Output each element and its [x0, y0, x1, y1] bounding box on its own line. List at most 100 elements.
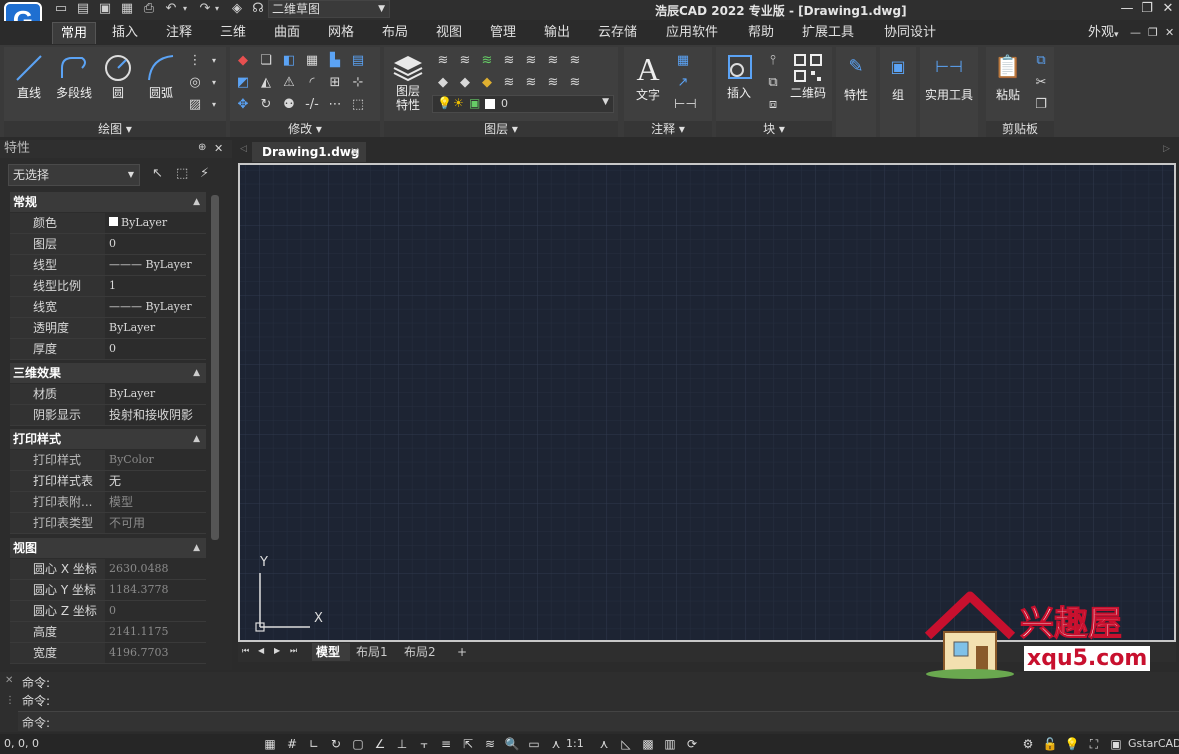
prop-row-color[interactable]: 颜色 ByLayer — [10, 213, 206, 234]
tab-extensions[interactable]: 扩展工具 — [796, 22, 860, 44]
undo-icon[interactable]: ↶ — [162, 1, 180, 17]
redo-dropdown-icon[interactable]: ▾ — [212, 1, 222, 17]
copy-clip-icon[interactable]: ⧉ — [1032, 52, 1050, 70]
block-create-icon[interactable]: ⫯ — [764, 52, 782, 70]
explode-icon[interactable]: ▦ — [303, 52, 321, 70]
scale-icon[interactable]: ◩ — [234, 74, 252, 92]
workspace-select[interactable]: 二维草图 ▼ — [268, 0, 390, 18]
prop-row-thickness[interactable]: 厚度 0 — [10, 339, 206, 360]
pin-icon[interactable]: ⊕ — [198, 142, 206, 153]
layer-lock-icon[interactable]: ≋ — [478, 52, 496, 70]
tab-view[interactable]: 视图 — [430, 22, 468, 44]
hardware-accel-icon[interactable]: ▩ — [640, 736, 656, 752]
cut-icon[interactable]: ✂ — [1032, 74, 1050, 92]
new-file-icon[interactable]: ▭ — [52, 1, 70, 17]
qrcode-button[interactable]: 二维码 — [786, 52, 830, 101]
close-tab-icon[interactable]: ✕ — [350, 142, 360, 162]
section-3d-effects[interactable]: 三维效果 ▲ — [10, 363, 206, 383]
clean-screen-icon[interactable]: ▥ — [662, 736, 678, 752]
layout-tab-model[interactable]: 模型 — [312, 643, 350, 661]
prop-row-layer[interactable]: 图层 0 — [10, 234, 206, 255]
hatch-icon[interactable]: ▨ — [186, 96, 204, 114]
print-icon[interactable]: ⎙ — [140, 1, 158, 17]
group-button[interactable]: ▣ 组 — [880, 52, 916, 103]
prop-row-shadow[interactable]: 阴影显示 投射和接收阴影 — [10, 405, 206, 426]
close-palette-icon[interactable]: ✕ — [214, 142, 223, 155]
chevron-down-icon[interactable]: ▾ — [205, 96, 223, 114]
layer-off-icon[interactable]: ◆ — [434, 74, 452, 92]
layer-walk-icon[interactable]: ≋ — [522, 52, 540, 70]
tab-annotate[interactable]: 注释 — [160, 22, 198, 44]
offset-icon[interactable]: ⊞ — [326, 74, 344, 92]
restore-doc-icon[interactable]: ❐ — [1148, 26, 1158, 39]
save-icon[interactable]: ▣ — [96, 1, 114, 17]
drawing-canvas[interactable]: Y X — [238, 163, 1176, 642]
tab-scroll-left-icon[interactable]: ◁ — [240, 144, 247, 154]
tab-output[interactable]: 输出 — [538, 22, 576, 44]
layer-status-icon[interactable]: ≋ — [482, 736, 498, 752]
paste-button[interactable]: 📋 粘贴 — [988, 52, 1028, 103]
block-edit-icon[interactable]: ⧉ — [764, 74, 782, 92]
notification-icon[interactable]: ▣ — [1108, 736, 1124, 752]
circle-button[interactable]: 圆 — [100, 52, 136, 101]
copy-base-icon[interactable]: ❐ — [1032, 96, 1050, 114]
command-options-icon[interactable]: ⋮ — [5, 695, 15, 706]
layer-merge-icon[interactable]: ≋ — [544, 52, 562, 70]
tab-surface[interactable]: 曲面 — [268, 22, 306, 44]
bulb-status-icon[interactable]: 💡 — [1064, 736, 1080, 752]
layer-freeze-icon[interactable]: ◆ — [456, 74, 474, 92]
tab-collab[interactable]: 协同设计 — [878, 22, 942, 44]
otrack-icon[interactable]: ∠ — [372, 736, 388, 752]
extend-icon[interactable]: -/- — [303, 96, 321, 114]
section-general[interactable]: 常规 ▲ — [10, 192, 206, 212]
close-button[interactable]: ✕ — [1158, 0, 1178, 18]
layer-iso-icon[interactable]: ≋ — [500, 52, 518, 70]
layer-properties-button[interactable]: 图层 特性 — [388, 52, 428, 112]
utilities-button[interactable]: ⊢⊣ 实用工具 — [920, 52, 978, 103]
chamfer-icon[interactable]: ⚉ — [280, 96, 298, 114]
layer-delete-icon[interactable]: ≋ — [566, 52, 584, 70]
undo-dropdown-icon[interactable]: ▾ — [180, 1, 190, 17]
annotation-scale[interactable]: 1:1 — [566, 737, 584, 750]
arc-button[interactable]: 圆弧 — [142, 52, 180, 101]
panel-block-label[interactable]: 块 ▾ — [716, 121, 832, 137]
layer-match-icon[interactable]: ≋ — [456, 52, 474, 70]
rotate-icon[interactable]: ↻ — [257, 96, 275, 114]
layer-copy-icon[interactable]: ≋ — [544, 74, 562, 92]
prop-row-width[interactable]: 宽度 4196.7703 — [10, 643, 206, 664]
prop-row-transparency[interactable]: 透明度 ByLayer — [10, 318, 206, 339]
stretch-icon[interactable]: ▤ — [349, 52, 367, 70]
next-layout-icon[interactable]: ▶ — [274, 646, 280, 655]
prop-row-center-z[interactable]: 圆心 Z 坐标 0 — [10, 601, 206, 622]
ortho-icon[interactable]: ∟ — [306, 736, 322, 752]
minimize-button[interactable]: — — [1117, 0, 1137, 18]
prop-row-plottable[interactable]: 打印样式表无 — [10, 471, 206, 492]
last-layout-icon[interactable]: ⏭ — [290, 646, 297, 656]
tab-insert[interactable]: 插入 — [106, 22, 144, 44]
prop-row-plottype[interactable]: 打印表类型 不可用 — [10, 513, 206, 534]
support-headset-icon[interactable]: ☊ — [249, 1, 267, 17]
panel-annotation-label[interactable]: 注释 ▾ — [624, 121, 712, 137]
command-input[interactable]: 命令: — [18, 711, 1179, 731]
close-command-icon[interactable]: ✕ — [5, 675, 13, 686]
section-view[interactable]: 视图 ▲ — [10, 538, 206, 558]
annotation-visibility-icon[interactable]: ⋏ — [548, 736, 564, 752]
tab-cloud[interactable]: 云存储 — [592, 22, 643, 44]
close-doc-icon[interactable]: ✕ — [1165, 26, 1174, 39]
prop-row-center-x[interactable]: 圆心 X 坐标 2630.0488 — [10, 559, 206, 580]
layer-on-icon[interactable]: ≋ — [500, 74, 518, 92]
dynamic-ucs-icon[interactable]: ⊥ — [394, 736, 410, 752]
workspace-icon[interactable]: ▭ — [526, 736, 542, 752]
line-button[interactable]: 直线 — [10, 52, 48, 101]
tab-mesh[interactable]: 网格 — [322, 22, 360, 44]
tab-apps[interactable]: 应用软件 — [660, 22, 724, 44]
layer-unlock-icon[interactable]: ◆ — [478, 74, 496, 92]
polyline-button[interactable]: 多段线 — [52, 52, 96, 101]
dimension-icon[interactable]: ⊢⊣ — [674, 96, 697, 114]
lock-ui-icon[interactable]: 🔓 — [1042, 736, 1058, 752]
snap-icon[interactable]: # — [284, 736, 300, 752]
move-icon[interactable]: ✥ — [234, 96, 252, 114]
layer-state-icon[interactable]: ≋ — [434, 52, 452, 70]
open-folder-icon[interactable]: ▤ — [74, 1, 92, 17]
fillet-icon[interactable]: ◜ — [303, 74, 321, 92]
